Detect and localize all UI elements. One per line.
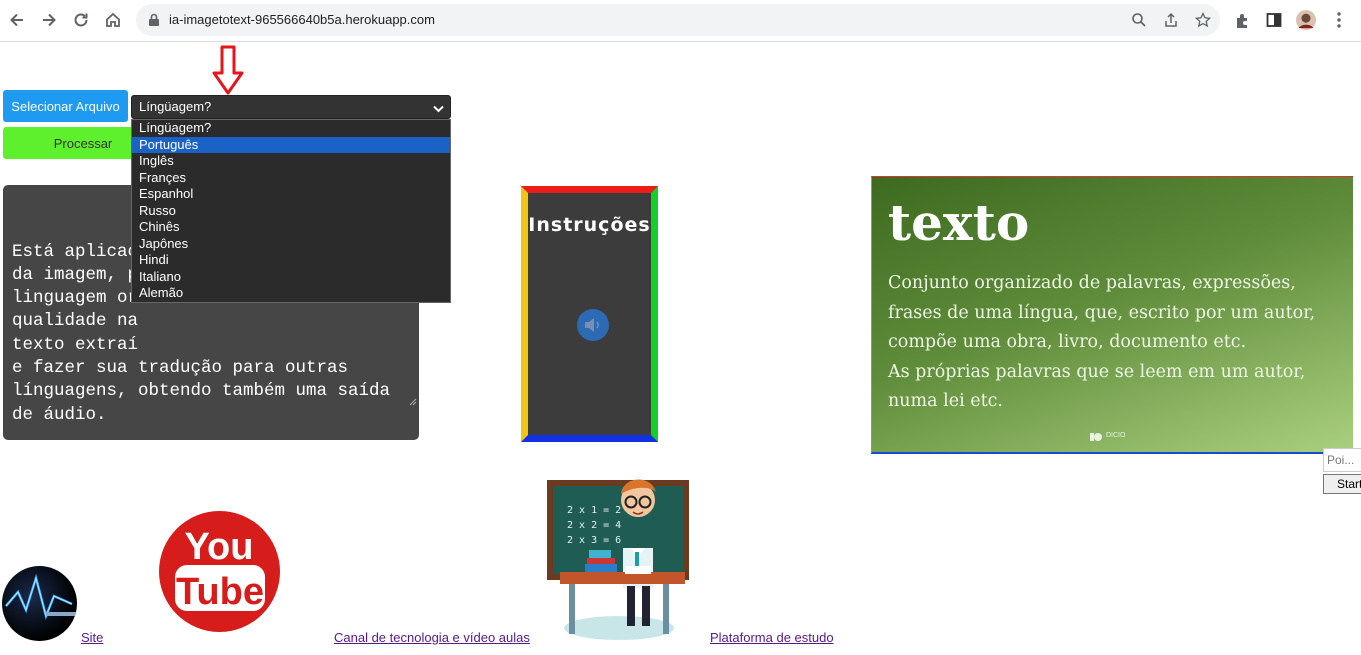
language-option[interactable]: Alemão (132, 285, 450, 302)
language-option[interactable]: Russo (132, 203, 450, 220)
language-option[interactable]: Chinês (132, 219, 450, 236)
chevron-down-icon (433, 101, 444, 116)
channel-link[interactable]: Canal de tecnologia e vídeo aulas (334, 630, 530, 645)
definition-line: compõe uma obra, livro, documento etc. (888, 332, 1247, 352)
language-option[interactable]: Português (132, 136, 450, 153)
url-text: ia-imagetotext-965566640b5a.herokuapp.co… (169, 12, 435, 27)
language-option[interactable]: Italiano (132, 269, 450, 286)
speaker-icon[interactable] (577, 309, 609, 341)
language-option[interactable]: Françes (132, 170, 450, 187)
platform-link[interactable]: Plataforma de estudo (710, 630, 834, 645)
language-select-value: Língüagem? (139, 99, 212, 114)
blackboard-line-3: 2 x 3 = 6 (567, 535, 621, 546)
definition-line: Conjunto organizado de palavras, express… (888, 273, 1296, 293)
side-panel-icon[interactable] (1264, 10, 1284, 30)
reload-icon[interactable] (69, 8, 93, 32)
address-bar[interactable]: ia-imagetotext-965566640b5a.herokuapp.co… (136, 4, 1220, 36)
language-dropdown-list: Língüagem? Português Inglês Françes Espanhol… (131, 119, 451, 303)
definition-title: texto (888, 193, 1030, 252)
definition-line: numa lei etc. (888, 391, 1003, 411)
text-output-line: texto extraí (12, 334, 139, 355)
youtube-logo-image[interactable]: You Tube (159, 511, 280, 632)
profile-avatar[interactable] (1296, 10, 1316, 30)
dicio-logo-text: DICIO (1106, 431, 1126, 439)
text-output-line: e fazer sua tradução para outras (12, 358, 349, 379)
definition-text: Conjunto organizado de palavras, express… (888, 269, 1348, 417)
instructions-title: Instruções (528, 214, 651, 236)
down-arrow-icon (212, 45, 244, 100)
text-output-line: línguagens, obtendo também uma saída (12, 381, 391, 402)
home-icon[interactable] (101, 8, 125, 32)
definition-line: frases de uma língua, que, escrito por u… (888, 302, 1316, 323)
browser-toolbar: ia-imagetotext-965566640b5a.herokuapp.co… (0, 0, 1361, 42)
menu-icon[interactable] (1329, 10, 1349, 30)
resize-handle-icon[interactable] (367, 368, 417, 438)
language-option[interactable]: Espanhol (132, 186, 450, 203)
extensions-icon[interactable] (1233, 10, 1253, 30)
language-option[interactable]: Inglês (132, 153, 450, 170)
back-icon[interactable] (5, 8, 29, 32)
definition-image: texto Conjunto organizado de palavras, e… (871, 176, 1353, 454)
youtube-logo-line2: Tube (176, 571, 264, 613)
site-logo-image[interactable] (2, 566, 77, 641)
instructions-panel: Instruções (521, 186, 658, 442)
youtube-logo-line1: You (185, 526, 254, 568)
forward-icon[interactable] (37, 8, 61, 32)
language-option[interactable]: Hindi (132, 252, 450, 269)
lock-icon (148, 13, 160, 32)
dicio-logo: DICIO (1090, 429, 1125, 441)
language-select[interactable]: Língüagem? (131, 95, 451, 119)
language-option[interactable]: Língüagem? (132, 120, 450, 137)
blackboard-line-1: 2 x 1 = 2 (567, 505, 621, 516)
start-button[interactable]: Start (1323, 474, 1361, 494)
side-text-input[interactable]: Poi... (1323, 448, 1361, 472)
zoom-icon[interactable] (1130, 11, 1148, 29)
definition-line: As próprias palavras que se leem em um a… (888, 361, 1306, 382)
bookmark-star-icon[interactable] (1194, 11, 1212, 29)
language-option[interactable]: Japônes (132, 236, 450, 253)
text-output-line: qualidade na (12, 311, 139, 332)
site-link[interactable]: Site (81, 630, 103, 645)
teacher-illustration[interactable]: 2 x 1 = 2 2 x 2 = 4 2 x 3 = 6 (545, 468, 693, 643)
select-file-button[interactable]: Selecionar Arquivo (3, 90, 128, 122)
share-icon[interactable] (1162, 11, 1180, 29)
text-output-line: de áudio. (12, 404, 107, 425)
blackboard-line-2: 2 x 2 = 4 (567, 520, 621, 531)
